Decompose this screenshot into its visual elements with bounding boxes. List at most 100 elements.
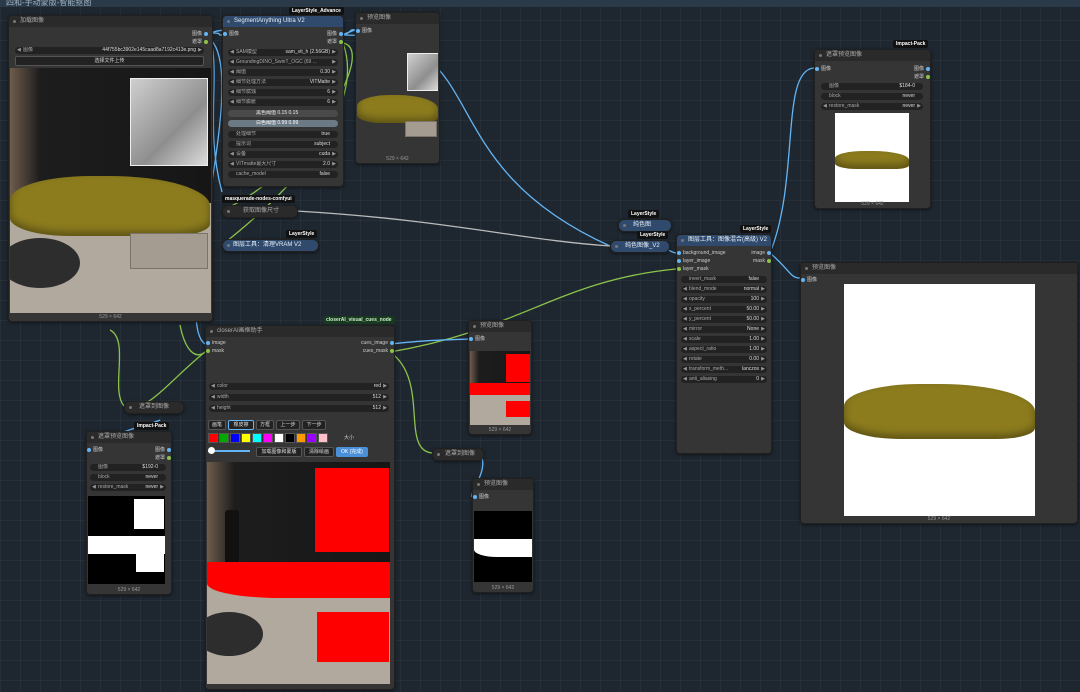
mask-preview-node-left[interactable]: 遮罩预览图像 图像 图像 遮罩 图像 $192-0 block never ◀ res…	[86, 431, 172, 595]
white-point-slider[interactable]: 白色阈值 0.99 0.99	[228, 120, 338, 127]
node-title[interactable]: 预览图像	[473, 479, 533, 490]
port-dot[interactable]	[223, 31, 227, 36]
arrow-right-icon[interactable]: ▶	[332, 89, 336, 96]
load-image-mask-button[interactable]: 加载图像和蒙版	[256, 447, 302, 457]
arrow-right-icon[interactable]: ▶	[761, 316, 765, 323]
upload-button[interactable]: 选择文件上传	[15, 56, 204, 66]
input-mask[interactable]: mask	[204, 348, 224, 354]
node-title[interactable]: 遮罩到图像	[125, 402, 183, 413]
port-dot[interactable]	[677, 250, 681, 255]
output-image[interactable]: image	[751, 250, 773, 256]
output-mask[interactable]: 遮罩	[192, 38, 210, 45]
arrow-right-icon[interactable]: ▶	[761, 286, 765, 293]
drawing-canvas[interactable]	[207, 462, 390, 684]
port-dot[interactable]	[801, 277, 805, 282]
arrow-left-icon[interactable]: ◀	[211, 405, 215, 412]
redo-button[interactable]: 下一步	[302, 420, 326, 430]
arrow-left-icon[interactable]: ◀	[17, 47, 21, 54]
input-background-image[interactable]: background_image	[675, 250, 726, 256]
slider-handle-icon[interactable]	[208, 447, 215, 454]
input-image[interactable]: 图像	[85, 446, 103, 453]
arrow-left-icon[interactable]: ◀	[683, 336, 687, 343]
output-cues-mask[interactable]: cues_mask	[363, 348, 396, 354]
preview-image-node-top[interactable]: 预览图像 图像 529 × 642	[355, 12, 440, 164]
load-image-node[interactable]: 加载图像 图像 遮罩 ◀ 图像 44f755bc3902e145caad8a7192…	[8, 15, 213, 322]
input-layer-mask[interactable]: layer_mask	[675, 266, 709, 272]
process-detail-toggle[interactable]: 处理细节 true	[228, 131, 338, 138]
arrow-left-icon[interactable]: ◀	[230, 161, 234, 168]
grounding-model-combo[interactable]: ◀ GroundingDINO_SwinT_OGC (69 ... ▶	[228, 59, 338, 66]
image-field[interactable]: 图像 $184-0	[821, 83, 923, 90]
node-title[interactable]: 纯色图像_V2	[611, 241, 669, 252]
arrow-left-icon[interactable]: ◀	[683, 306, 687, 313]
arrow-right-icon[interactable]: ▶	[761, 326, 765, 333]
x-percent-widget[interactable]: ◀ x_percent 50.00 ▶	[681, 306, 767, 313]
input-image[interactable]: 图像	[813, 65, 831, 72]
arrow-right-icon[interactable]: ▶	[332, 59, 336, 66]
port-dot[interactable]	[469, 336, 473, 341]
port-dot[interactable]	[926, 66, 930, 71]
purge-vram-node[interactable]: 图层工具：清理VRAM V2	[222, 239, 319, 252]
arrow-left-icon[interactable]: ◀	[211, 394, 215, 401]
output-mask[interactable]: 遮罩	[155, 454, 173, 461]
node-title[interactable]: 遮罩预览图像	[815, 50, 930, 61]
preview-mask-node[interactable]: 预览图像 图像 529 × 642	[472, 478, 534, 593]
node-title[interactable]: 图层工具：清理VRAM V2	[223, 240, 318, 251]
arrow-left-icon[interactable]: ◀	[683, 366, 687, 373]
port-dot[interactable]	[677, 258, 681, 263]
arrow-right-icon[interactable]: ▶	[332, 151, 336, 158]
node-title[interactable]: 遮罩到图像	[433, 449, 483, 460]
arrow-right-icon[interactable]: ▶	[383, 405, 387, 412]
width-widget[interactable]: ◀ width 512 ▶	[209, 394, 389, 401]
port-dot[interactable]	[677, 266, 681, 271]
arrow-left-icon[interactable]: ◀	[683, 296, 687, 303]
port-dot[interactable]	[204, 39, 208, 44]
mask-to-image-node-left[interactable]: 遮罩到图像	[124, 401, 184, 414]
node-title[interactable]: 图层工具：图像混合(高级) V2	[677, 235, 771, 246]
port-dot[interactable]	[390, 348, 394, 353]
arrow-left-icon[interactable]: ◀	[683, 316, 687, 323]
opacity-widget[interactable]: ◀ opacity 100 ▶	[681, 296, 767, 303]
segment-anything-node[interactable]: SegmentAnything Ultra V2 图像 图像 遮罩 ◀ SAM模型…	[222, 15, 344, 187]
arrow-left-icon[interactable]: ◀	[230, 151, 234, 158]
clear-drawing-button[interactable]: 清除绘画	[304, 447, 334, 457]
port-dot[interactable]	[167, 455, 171, 460]
arrow-left-icon[interactable]: ◀	[230, 89, 234, 96]
eraser-tool-button[interactable]: 橡皮擦	[228, 420, 254, 430]
restore-mask-combo[interactable]: ◀ restore_mask never ▶	[90, 484, 166, 491]
image-combo[interactable]: ◀ 图像 44f755bc3902e145caad8a7192c413e.png ▶	[15, 47, 204, 54]
port-dot[interactable]	[87, 447, 91, 452]
arrow-right-icon[interactable]: ▶	[761, 336, 765, 343]
arrow-right-icon[interactable]: ▶	[761, 296, 765, 303]
port-dot[interactable]	[356, 28, 360, 33]
input-image[interactable]: 图像	[471, 493, 489, 500]
arrow-left-icon[interactable]: ◀	[92, 484, 96, 491]
aspect-ratio-widget[interactable]: ◀ aspect_ratio 1.00 ▶	[681, 346, 767, 353]
arrow-left-icon[interactable]: ◀	[683, 346, 687, 353]
node-title[interactable]: closerAI画框助手	[206, 326, 394, 337]
node-title[interactable]: 预览图像	[356, 13, 439, 24]
invert-mask-toggle[interactable]: invert_mask false	[681, 276, 767, 283]
arrow-right-icon[interactable]: ▶	[383, 394, 387, 401]
arrow-right-icon[interactable]: ▶	[761, 366, 765, 373]
swatch-red[interactable]	[208, 433, 218, 443]
swatch-cyan[interactable]	[252, 433, 262, 443]
port-dot[interactable]	[204, 31, 208, 36]
black-point-slider[interactable]: 黑色阈值 0.15 0.15	[228, 110, 338, 117]
detail-erode-widget[interactable]: ◀ 细节腐蚀 6 ▶	[228, 89, 338, 96]
arrow-left-icon[interactable]: ◀	[230, 49, 234, 56]
arrow-right-icon[interactable]: ▶	[332, 69, 336, 76]
swatch-blue[interactable]	[230, 433, 240, 443]
y-percent-widget[interactable]: ◀ y_percent 50.00 ▶	[681, 316, 767, 323]
sam-model-combo[interactable]: ◀ SAM模型 sam_vit_h (2.56GB) ▶	[228, 49, 338, 56]
color-combo[interactable]: ◀ color red ▶	[209, 383, 389, 390]
output-image[interactable]: 图像	[914, 65, 932, 72]
arrow-right-icon[interactable]: ▶	[160, 484, 164, 491]
swatch-green[interactable]	[219, 433, 229, 443]
port-dot[interactable]	[206, 340, 210, 345]
output-mask[interactable]: 遮罩	[914, 73, 932, 80]
ok-button[interactable]: OK (完成)	[336, 447, 368, 457]
arrow-left-icon[interactable]: ◀	[211, 383, 215, 390]
output-image[interactable]: 图像	[192, 30, 210, 37]
input-layer-image[interactable]: layer_image	[675, 258, 710, 264]
